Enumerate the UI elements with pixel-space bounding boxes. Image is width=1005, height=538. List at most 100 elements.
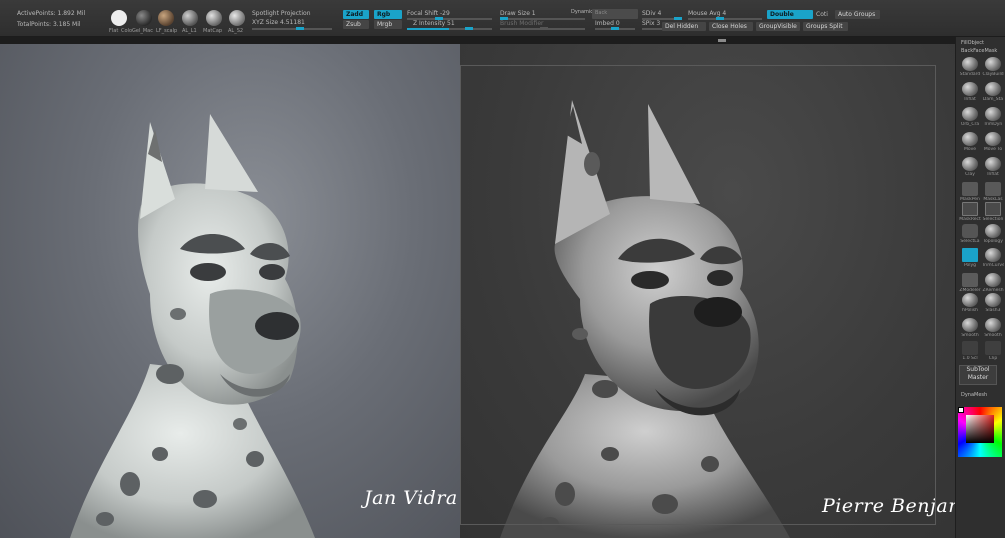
group-visible-button[interactable]: GroupVisible bbox=[756, 22, 800, 31]
coti-toggle[interactable]: Coti bbox=[816, 12, 828, 18]
brush-clay[interactable]: Clay bbox=[959, 157, 981, 177]
brush-label: Polyg bbox=[963, 263, 977, 268]
brush-label: 1.0 Scl bbox=[962, 356, 978, 361]
brush-label: Dam_Sta bbox=[982, 97, 1004, 102]
brush-modifier-readout[interactable]: Brush Modifier bbox=[500, 21, 543, 27]
xyz-size-readout[interactable]: XYZ Size 4.51181 bbox=[252, 20, 305, 26]
auto-groups-button[interactable]: Auto Groups bbox=[835, 10, 880, 19]
backface-mask-label[interactable]: BackFaceMask bbox=[961, 48, 997, 54]
select-rect-icon bbox=[985, 202, 1001, 216]
material-label: Colo bbox=[121, 28, 132, 34]
mask-pen-icon bbox=[962, 182, 978, 196]
brush-zremesh[interactable]: ZRemesh bbox=[982, 273, 1004, 293]
brush-maskpen[interactable]: MaskPen bbox=[959, 182, 981, 202]
brush-sphere-icon bbox=[985, 248, 1001, 262]
brush-polygroup[interactable]: Polyg bbox=[959, 248, 981, 268]
brush-sphere-icon bbox=[985, 293, 1001, 307]
brush-inflat-2[interactable]: Inflat bbox=[982, 157, 1004, 177]
subtool-master-label-1: SubTool bbox=[966, 366, 990, 373]
brush-standard[interactable]: Standard bbox=[959, 57, 981, 77]
fill-object-label[interactable]: FillObject bbox=[961, 40, 984, 46]
brush-sphere-icon bbox=[985, 318, 1001, 332]
brush-sphere-icon bbox=[962, 57, 978, 71]
viewport-frame bbox=[460, 65, 936, 525]
brush-smooth[interactable]: Smooth bbox=[959, 318, 981, 338]
brush-label: TrimDyn bbox=[983, 122, 1003, 127]
double-button[interactable]: Double bbox=[767, 10, 813, 19]
spix-readout[interactable]: SPix 3 bbox=[642, 21, 660, 27]
brush-inflat[interactable]: Inflat bbox=[959, 82, 981, 102]
brush-trimcurve[interactable]: TrimCurve bbox=[982, 248, 1004, 268]
top-toolbar: ActivePoints: 1.892 Mil TotalPoints: 3.1… bbox=[0, 0, 1005, 37]
brush-label: Smooth bbox=[984, 333, 1002, 338]
material-label: Gel_Mac bbox=[132, 28, 153, 34]
tray-grip-handle[interactable] bbox=[718, 39, 726, 42]
mrgb-button[interactable]: Mrgb bbox=[374, 20, 402, 29]
groups-split-button[interactable]: Groups Split bbox=[803, 22, 848, 31]
brush-label: Inflat bbox=[964, 97, 976, 102]
color-saturation-square[interactable] bbox=[966, 415, 994, 443]
focal-shift-readout[interactable]: Focal Shift -29 bbox=[407, 11, 450, 17]
subtool-master-button[interactable]: SubTool Master bbox=[959, 365, 997, 385]
z-intensity-slider[interactable] bbox=[407, 27, 492, 30]
clip-icon bbox=[985, 341, 1001, 355]
brush-hpolish[interactable]: hPolish bbox=[959, 293, 981, 313]
brush-move[interactable]: Move bbox=[959, 132, 981, 152]
color-picker[interactable] bbox=[958, 407, 1002, 457]
brush-label: Inflat bbox=[987, 172, 999, 177]
brush-claybuild[interactable]: ClayBuild bbox=[982, 57, 1004, 77]
brush-selection[interactable]: Selection bbox=[982, 202, 1004, 222]
brush-sphere-icon bbox=[985, 157, 1001, 171]
rgb-button[interactable]: Rgb bbox=[374, 10, 402, 19]
brush-slash3[interactable]: Slash3 bbox=[982, 293, 1004, 313]
scale-arrows-icon bbox=[962, 341, 978, 355]
brush-move-topological[interactable]: Move To bbox=[982, 132, 1004, 152]
dog-painting-image bbox=[70, 114, 315, 538]
mouse-avg-slider[interactable] bbox=[688, 17, 762, 20]
total-points-readout: TotalPoints: 3.185 Mil bbox=[17, 21, 81, 28]
brush-modifier-slider[interactable] bbox=[500, 27, 585, 30]
main-color-swatch[interactable] bbox=[958, 407, 964, 413]
dynamic-toggle[interactable]: Dynamic bbox=[571, 10, 593, 15]
brush-clip[interactable]: Clip bbox=[982, 341, 1004, 361]
brush-trimdynamic[interactable]: TrimDyn bbox=[982, 107, 1004, 127]
dynamesh-label[interactable]: DynaMesh bbox=[961, 392, 987, 398]
zadd-button[interactable]: Zadd bbox=[343, 10, 369, 19]
brush-sphere-icon bbox=[985, 224, 1001, 238]
brush-label: hPolish bbox=[962, 308, 978, 313]
al-s2-material-sphere[interactable] bbox=[229, 10, 245, 26]
matcap-material-sphere[interactable] bbox=[206, 10, 222, 26]
brush-selectlasso[interactable]: SelectLa bbox=[959, 224, 981, 244]
backface-mode-field[interactable]: Back bbox=[592, 9, 638, 19]
sdiv-readout[interactable]: SDiv 4 bbox=[642, 11, 661, 17]
brush-masklasso[interactable]: MaskLas bbox=[982, 182, 1004, 202]
scalp-material-sphere[interactable] bbox=[158, 10, 174, 26]
document-canvas[interactable]: Jan Vidra Pierre Benja bbox=[0, 44, 955, 538]
select-lasso-icon bbox=[962, 224, 978, 238]
brush-topology[interactable]: Topology bbox=[982, 224, 1004, 244]
z-intensity-readout[interactable]: Z Intensity 51 bbox=[413, 21, 455, 27]
xyz-size-slider[interactable] bbox=[252, 27, 332, 30]
al-l1-material-sphere[interactable] bbox=[182, 10, 198, 26]
close-holes-button[interactable]: Close Holes bbox=[709, 22, 753, 31]
brush-label: Topology bbox=[983, 239, 1003, 244]
brush-label: TrimCurve bbox=[982, 263, 1004, 268]
brush-label: Move To bbox=[983, 147, 1003, 152]
mask-lasso-icon bbox=[985, 182, 1001, 196]
brush-smooth-2[interactable]: Smooth bbox=[982, 318, 1004, 338]
flat-material-swatch[interactable] bbox=[111, 10, 127, 26]
imbed-slider[interactable] bbox=[595, 27, 635, 30]
del-hidden-button[interactable]: Del Hidden bbox=[662, 22, 706, 31]
brush-zmodeler[interactable]: ZModeler bbox=[959, 273, 981, 293]
brush-sphere-icon bbox=[985, 57, 1001, 71]
brush-dam-standard[interactable]: Dam_Sta bbox=[982, 82, 1004, 102]
zsub-button[interactable]: Zsub bbox=[343, 20, 369, 29]
spotlight-projection-toggle[interactable]: Spotlight Projection bbox=[252, 11, 311, 17]
gel-material-sphere[interactable] bbox=[136, 10, 152, 26]
brush-sphere-icon bbox=[962, 318, 978, 332]
brush-orb-crack[interactable]: Orb_Cra bbox=[959, 107, 981, 127]
brush-maskrect[interactable]: MaskRect bbox=[959, 202, 981, 222]
brush-label: Orb_Cra bbox=[960, 122, 980, 127]
canvas-top-bar bbox=[0, 37, 955, 44]
brush-scale[interactable]: 1.0 Scl bbox=[959, 341, 981, 361]
